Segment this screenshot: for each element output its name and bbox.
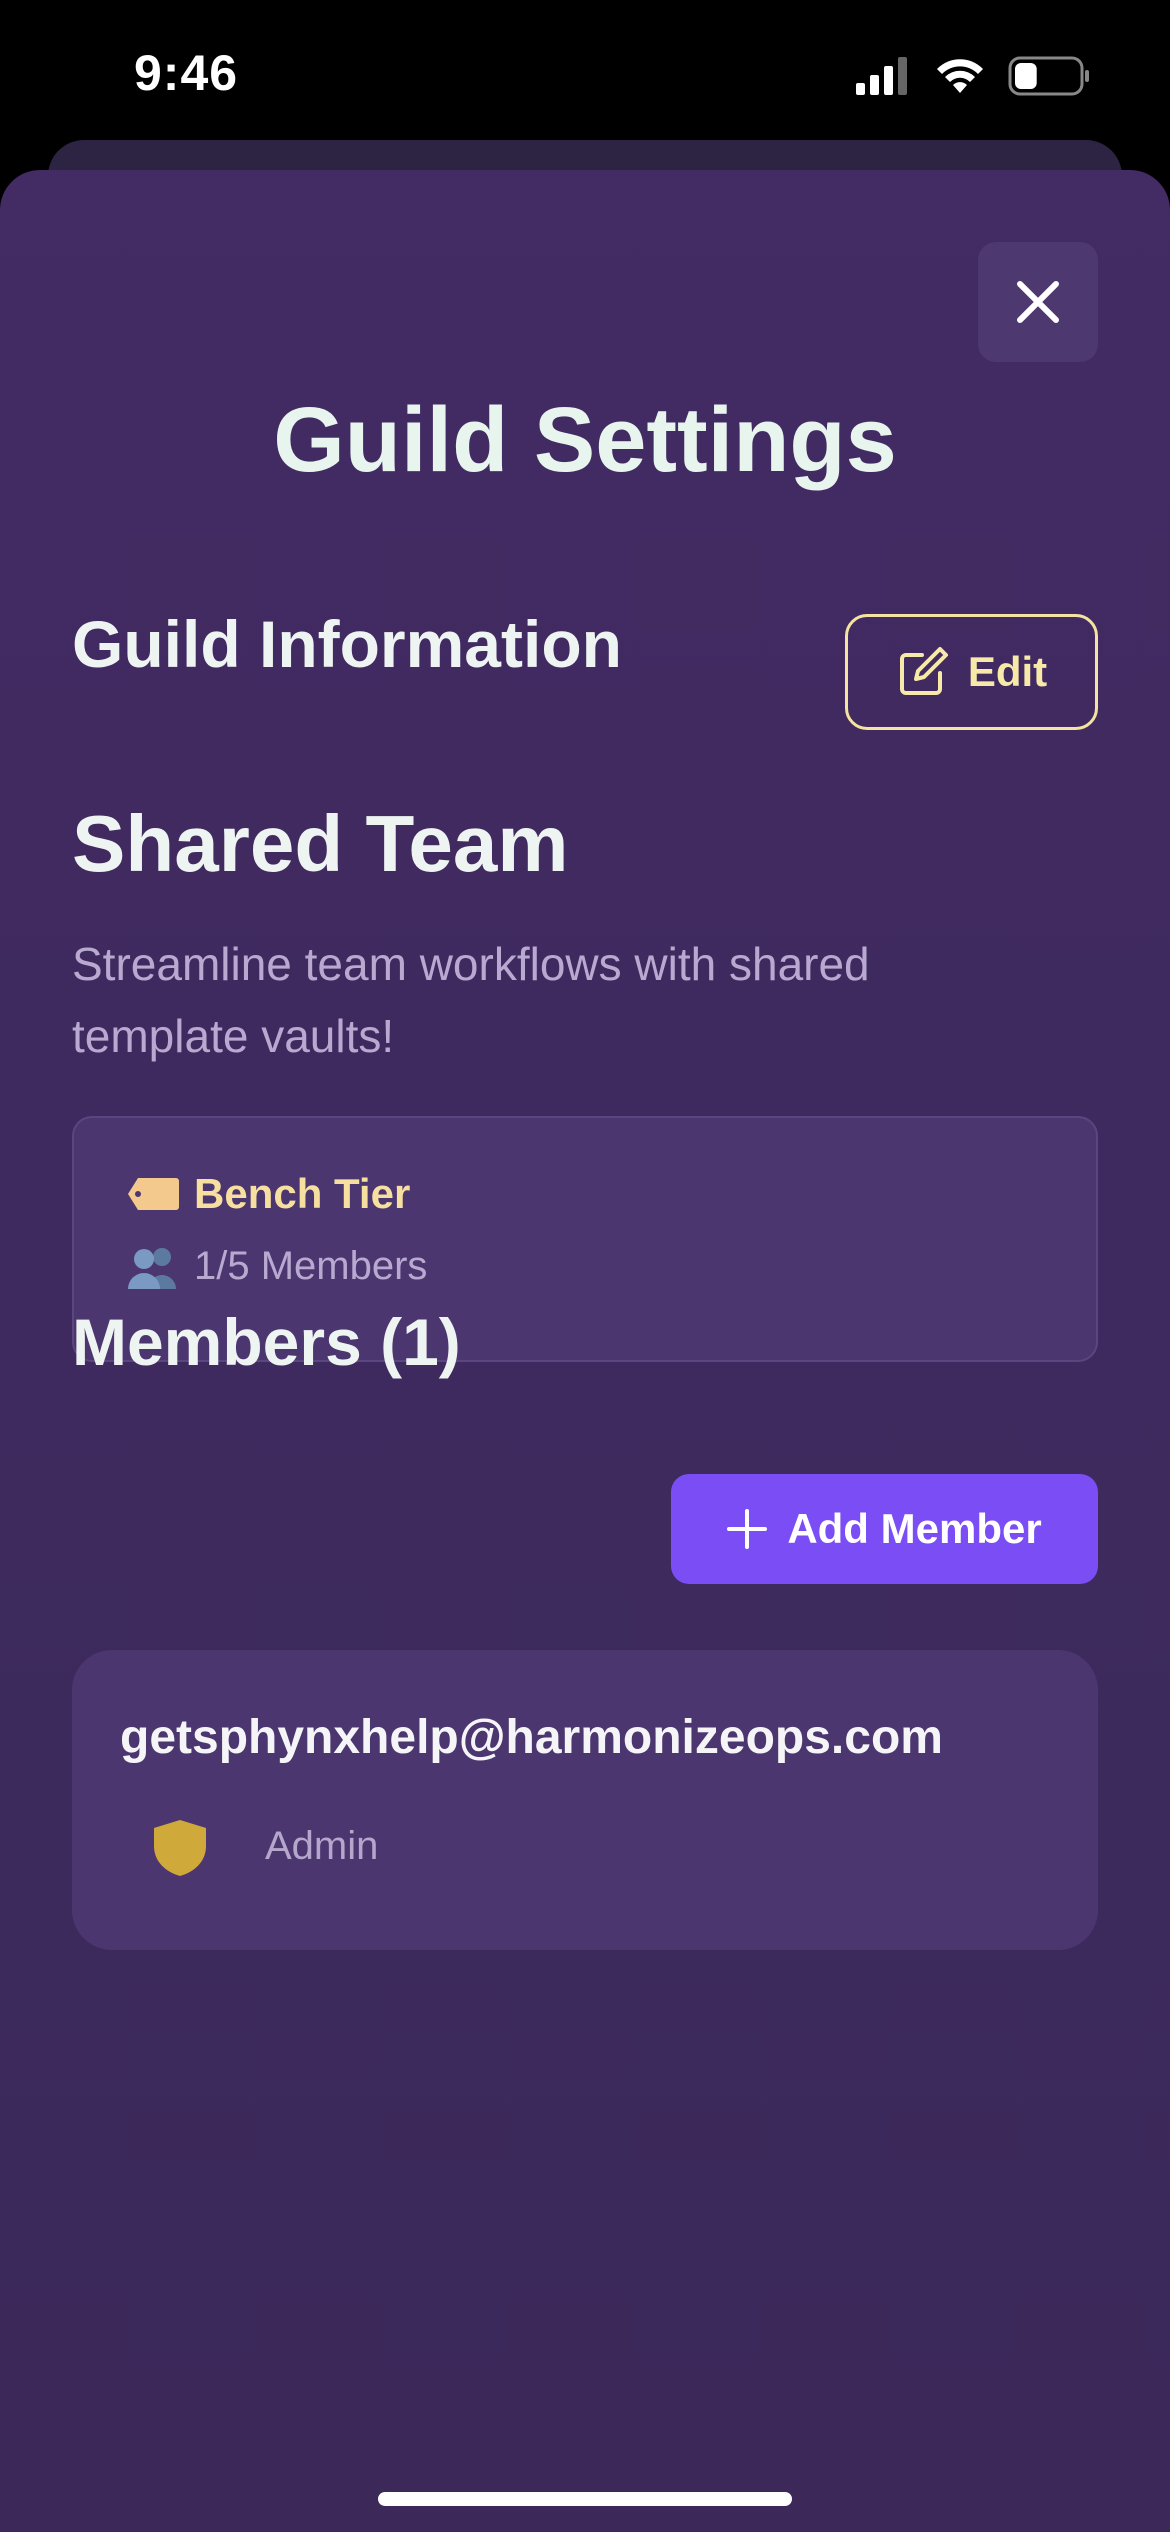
tag-icon bbox=[128, 1178, 179, 1210]
member-role: Admin bbox=[265, 1824, 379, 1868]
add-member-button[interactable]: Add Member bbox=[671, 1474, 1098, 1584]
member-email: getsphynxhelp@harmonizeops.com bbox=[120, 1711, 943, 1764]
edit-button[interactable]: Edit bbox=[845, 614, 1098, 730]
team-name: Shared Team bbox=[72, 799, 569, 888]
edit-label: Edit bbox=[967, 648, 1048, 695]
page-title: Guild Settings bbox=[273, 389, 897, 491]
wifi-icon bbox=[937, 59, 983, 93]
members-heading: Members (1) bbox=[72, 1305, 461, 1379]
signal-icon bbox=[856, 57, 907, 95]
home-indicator bbox=[378, 2492, 792, 2506]
close-button[interactable] bbox=[978, 242, 1098, 362]
status-bar: 9:46 bbox=[0, 0, 1170, 150]
guild-settings-sheet: Guild Settings Guild Information Edit Sh… bbox=[0, 170, 1170, 2532]
status-icons bbox=[856, 56, 1090, 96]
guild-info-heading: Guild Information bbox=[72, 607, 622, 681]
edit-icon bbox=[899, 647, 948, 695]
close-icon bbox=[1017, 281, 1059, 323]
team-description: Streamline team workflows with shared te… bbox=[72, 938, 870, 1062]
member-card[interactable]: getsphynxhelp@harmonizeops.com Admin bbox=[72, 1650, 1098, 1950]
plus-icon bbox=[727, 1509, 768, 1549]
add-member-label: Add Member bbox=[787, 1505, 1042, 1552]
status-time: 9:46 bbox=[134, 45, 239, 101]
members-count: 1/5 Members bbox=[194, 1244, 428, 1288]
shield-icon bbox=[154, 1820, 206, 1876]
tier-row: Bench Tier bbox=[126, 1170, 410, 1218]
people-icon bbox=[128, 1247, 176, 1289]
battery-icon bbox=[1008, 56, 1089, 96]
members-count-row: 1/5 Members bbox=[126, 1244, 427, 1289]
tier-label: Bench Tier bbox=[194, 1170, 411, 1217]
